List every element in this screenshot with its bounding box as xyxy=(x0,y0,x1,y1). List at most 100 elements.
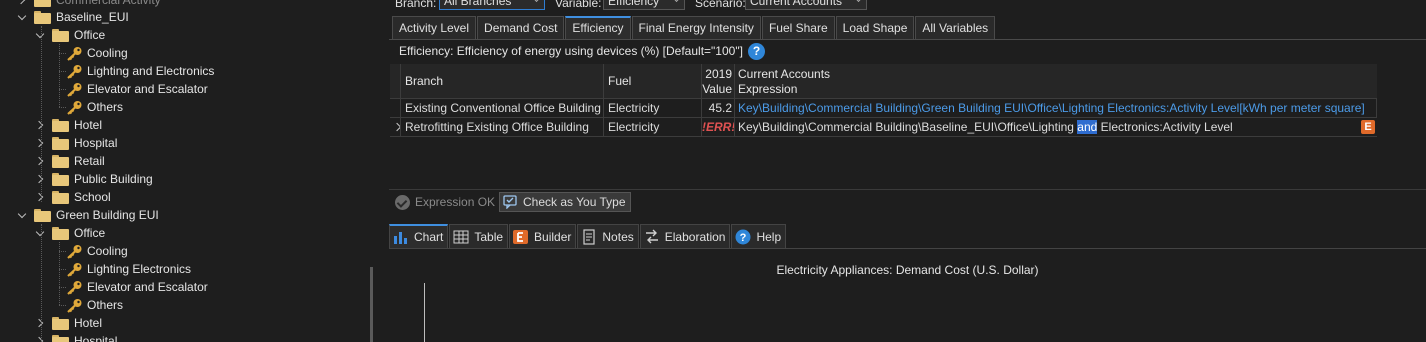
tree-leaf-item[interactable]: Elevator and Escalator xyxy=(66,80,208,98)
chevron-right-icon[interactable] xyxy=(18,0,28,5)
tree-folder-item[interactable]: Retail xyxy=(36,152,105,170)
expression-cell[interactable]: Key\Building\Commercial Building\Green B… xyxy=(735,99,1377,118)
tab-divider xyxy=(389,39,1426,40)
tree-leaf-item[interactable]: Others xyxy=(66,296,123,314)
folder-icon xyxy=(34,208,51,222)
tree-item-label: Baseline_EUI xyxy=(56,10,129,24)
tab-help[interactable]: ? Help xyxy=(731,224,787,248)
expression-status-bar: Expression OK Check as You Type xyxy=(389,189,1426,213)
tree-folder-item[interactable]: Baseline_EUI xyxy=(18,8,129,26)
expression-builder-icon[interactable]: E xyxy=(1361,120,1375,134)
tree-item-label: Hotel xyxy=(74,316,103,330)
check-as-you-type-button[interactable]: Check as You Type xyxy=(499,192,631,212)
chevron-down-icon[interactable] xyxy=(18,12,28,22)
expression-editor-cell[interactable]: Key\Building\Commercial Building\Baselin… xyxy=(735,118,1377,137)
key-icon xyxy=(67,280,82,295)
folder-icon xyxy=(34,0,51,7)
column-header-fuel[interactable]: Fuel xyxy=(604,64,702,99)
chart-title: Electricity Appliances: Demand Cost (U.S… xyxy=(776,263,1039,277)
branch-tree[interactable]: Commercial Activity Baseline_EUI Office Coo… xyxy=(0,0,382,342)
scenario-select[interactable]: Current Accounts xyxy=(745,0,867,10)
tree-leaf-item[interactable]: Others xyxy=(66,98,123,116)
tree-leaf-item[interactable]: Lighting and Electronics xyxy=(66,62,214,80)
tab-label: Elaboration xyxy=(664,229,726,244)
tab-table[interactable]: Table xyxy=(449,224,509,248)
variable-label: Variable: xyxy=(555,0,602,10)
tab-fuel-share[interactable]: Fuel Share xyxy=(761,16,835,39)
tab-notes[interactable]: Notes xyxy=(577,224,639,248)
tree-folder-item[interactable]: Office xyxy=(36,224,105,242)
bottom-tabs: Chart Table Builder Notes Elaboration ? Help xyxy=(389,224,787,248)
branch-cell[interactable]: Existing Conventional Office Building xyxy=(401,99,604,118)
tree-guide-line xyxy=(59,71,66,72)
tree-guide-line xyxy=(59,107,66,108)
key-icon xyxy=(67,244,82,259)
branch-select[interactable]: All Branches xyxy=(439,0,545,10)
folder-icon xyxy=(52,28,69,42)
tree-leaf-item[interactable]: Lighting Electronics xyxy=(66,260,191,278)
variable-select[interactable]: Efficiency xyxy=(603,0,685,10)
folder-icon xyxy=(52,316,69,330)
expression-ok-status: Expression OK xyxy=(395,192,495,212)
tree-leaf-item[interactable]: Cooling xyxy=(66,44,128,62)
speech-check-icon xyxy=(503,195,517,209)
scenario-label: Scenario: xyxy=(695,0,746,10)
tree-leaf-item[interactable]: Cooling xyxy=(66,242,128,260)
fuel-cell[interactable]: Electricity xyxy=(604,99,702,118)
tree-guide-line xyxy=(41,26,42,202)
help-icon: ? xyxy=(735,229,751,244)
row-selector[interactable] xyxy=(390,118,401,137)
column-header-expression[interactable]: Current Accounts Expression xyxy=(735,64,1377,99)
key-icon xyxy=(67,82,82,97)
tab-builder[interactable]: Builder xyxy=(509,224,577,248)
branch-cell[interactable]: Retrofitting Existing Office Building xyxy=(401,118,604,137)
tree-guide-line xyxy=(59,287,66,288)
table-row[interactable]: Existing Conventional Office Building El… xyxy=(390,99,1377,118)
tree-item-label: Green Building EUI xyxy=(56,208,159,222)
tree-item-label: Public Building xyxy=(74,172,153,186)
tab-demand-cost[interactable]: Demand Cost xyxy=(477,16,565,39)
tab-load-shape[interactable]: Load Shape xyxy=(835,16,915,39)
tree-scrollbar[interactable] xyxy=(370,267,373,342)
folder-icon xyxy=(52,226,69,240)
tree-guide-line xyxy=(59,89,66,90)
check-circle-icon xyxy=(395,194,410,210)
tab-label: Notes xyxy=(602,229,634,244)
tab-all-variables[interactable]: All Variables xyxy=(915,16,996,39)
folder-icon xyxy=(52,136,69,150)
table-icon xyxy=(453,230,469,243)
tab-chart[interactable]: Chart xyxy=(389,224,449,248)
row-selector[interactable] xyxy=(390,99,401,118)
builder-icon xyxy=(513,229,529,244)
tree-folder-item[interactable]: Hotel xyxy=(36,116,102,134)
tab-elaboration[interactable]: Elaboration xyxy=(639,224,731,248)
tree-folder-item[interactable]: Public Building xyxy=(36,170,153,188)
tab-activity-level[interactable]: Activity Level xyxy=(392,16,477,39)
tree-leaf-item[interactable]: Elevator and Escalator xyxy=(66,278,208,296)
key-icon xyxy=(67,64,82,79)
tab-efficiency[interactable]: Efficiency xyxy=(565,16,631,39)
tree-folder-item[interactable]: Hotel xyxy=(36,314,102,332)
tree-item-label: Lighting and Electronics xyxy=(87,64,215,78)
column-header-value[interactable]: 2019 Value xyxy=(702,64,735,99)
tree-folder-item[interactable]: Green Building EUI xyxy=(18,206,159,224)
value-cell[interactable]: 45.2 xyxy=(702,99,735,118)
key-icon xyxy=(67,46,82,61)
tree-folder-item[interactable]: School xyxy=(36,188,111,206)
expression-selection: and xyxy=(1077,120,1098,134)
variable-tabs: Activity Level Demand Cost Efficiency Final… xyxy=(392,16,996,39)
help-icon[interactable]: ? xyxy=(748,43,765,60)
table-row[interactable]: Retrofitting Existing Office Building El… xyxy=(390,118,1377,137)
tree-folder-item[interactable]: Hospital xyxy=(36,332,117,342)
tree-item-label: Office xyxy=(74,28,106,42)
tab-final-energy-intensity[interactable]: Final Energy Intensity xyxy=(631,16,761,39)
tree-folder-item[interactable]: Hospital xyxy=(36,134,117,152)
tree-folder-item[interactable]: Office xyxy=(36,26,105,44)
tree-item-label: Commercial Activity xyxy=(56,0,161,7)
fuel-cell[interactable]: Electricity xyxy=(604,118,702,137)
value-cell-error[interactable]: !ERR! xyxy=(702,118,735,137)
tree-guide-line xyxy=(59,305,66,306)
chevron-down-icon[interactable] xyxy=(18,210,28,220)
column-header-branch[interactable]: Branch xyxy=(401,64,604,99)
svg-text:?: ? xyxy=(740,232,747,244)
